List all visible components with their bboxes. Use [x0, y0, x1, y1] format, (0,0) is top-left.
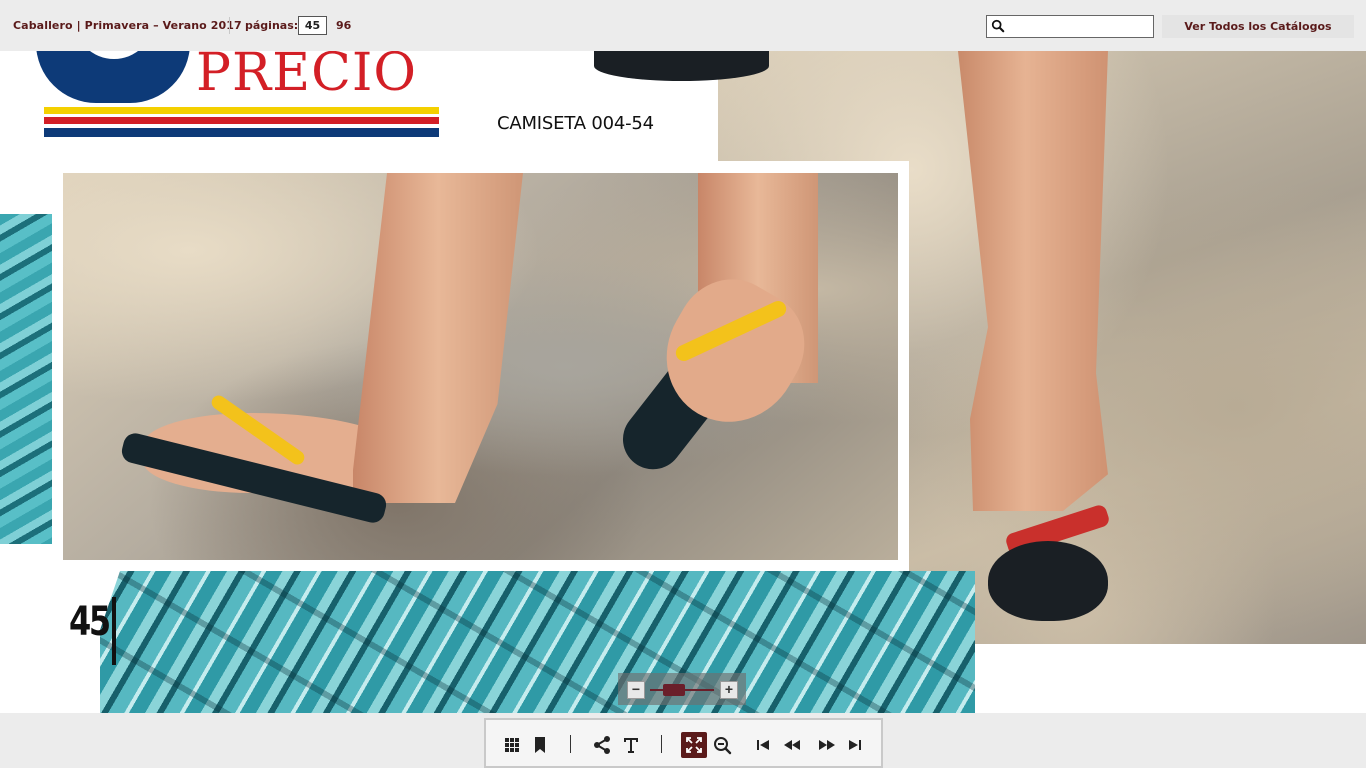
sandal-top-image [594, 51, 769, 81]
search-box[interactable] [986, 15, 1154, 38]
logo-stripe-blue [44, 128, 439, 137]
zoom-slider[interactable]: − + [618, 673, 746, 705]
logo-stripe-yellow [44, 107, 439, 114]
zoom-thumb[interactable] [662, 684, 685, 696]
toolbar-divider [570, 735, 571, 753]
zoom-out-icon[interactable] [710, 733, 734, 757]
catalog-viewer[interactable]: PRECIO CAMISETA 004-54 45 − + [0, 51, 1366, 713]
rope-bottom-image [100, 571, 975, 713]
catalog-title: Caballero | Primavera – Verano 2017 [13, 19, 242, 32]
black-sandal [988, 541, 1108, 621]
text-icon[interactable] [619, 733, 643, 757]
logo-mark [36, 51, 190, 103]
product-photo [63, 173, 898, 560]
share-icon[interactable] [590, 733, 614, 757]
product-code: CAMISETA 004-54 [497, 113, 654, 134]
rope-image [0, 214, 52, 544]
page-number-bar [112, 597, 116, 665]
bottom-bar [0, 713, 1366, 768]
all-catalogs-button[interactable]: Ver Todos los Catálogos [1162, 15, 1354, 38]
previous-page-icon[interactable] [780, 733, 804, 757]
pages-label: páginas: [245, 19, 299, 32]
logo-stripe-red [44, 117, 439, 124]
zoom-minus-button[interactable]: − [627, 681, 645, 699]
search-icon[interactable] [991, 19, 1005, 33]
toolbar-divider [661, 735, 662, 753]
fullscreen-icon[interactable] [681, 732, 707, 758]
search-input[interactable] [1009, 18, 1149, 35]
divider [229, 17, 230, 34]
total-pages: 96 [336, 19, 352, 32]
viewer-toolbar [484, 718, 883, 768]
zoom-plus-button[interactable]: + [720, 681, 738, 699]
page-number-input[interactable] [298, 16, 327, 35]
first-page-icon[interactable] [751, 733, 775, 757]
page-number: 45 [69, 599, 111, 645]
last-page-icon[interactable] [843, 733, 867, 757]
logo-text: PRECIO [196, 51, 418, 103]
top-bar: Caballero | Primavera – Verano 2017 pági… [0, 0, 1366, 51]
next-page-icon[interactable] [815, 733, 839, 757]
bookmark-icon[interactable] [528, 733, 552, 757]
grid-icon[interactable] [500, 733, 524, 757]
leg-image [353, 173, 523, 503]
